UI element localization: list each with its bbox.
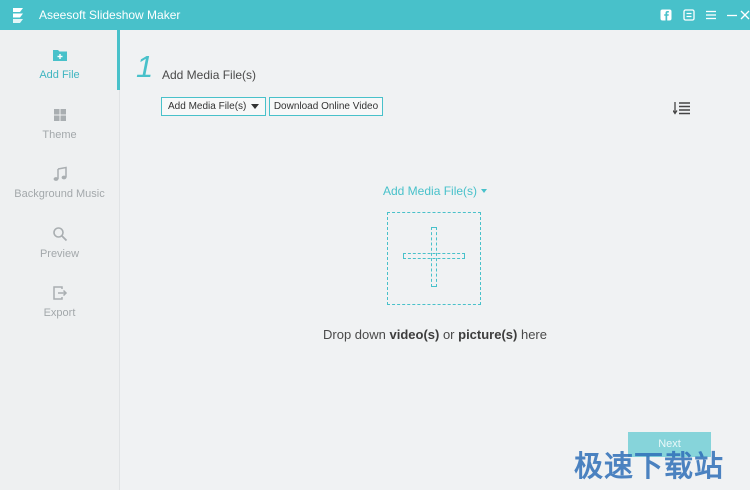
add-folder-icon xyxy=(53,50,67,61)
sidebar-item-background-music[interactable]: Background Music xyxy=(0,165,119,223)
sidebar-item-label: Background Music xyxy=(14,188,105,200)
step-title: Add Media File(s) xyxy=(162,68,257,82)
add-media-button-label: Add Media File(s) xyxy=(168,101,247,112)
download-online-video-button[interactable]: Download Online Video xyxy=(269,97,383,116)
drop-hint-or: or xyxy=(439,327,459,342)
sidebar-item-label: Preview xyxy=(39,248,80,260)
sidebar-item-label: Theme xyxy=(42,129,77,141)
step-number: 1 xyxy=(136,49,154,84)
music-note-icon xyxy=(53,166,67,181)
export-icon xyxy=(53,286,68,300)
caret-down-icon xyxy=(481,189,488,193)
title-bar: Aseesoft Slideshow Maker xyxy=(0,0,750,30)
magnifier-icon xyxy=(53,227,68,242)
theme-grid-icon xyxy=(54,109,66,121)
sidebar-item-add-file[interactable]: Add File xyxy=(0,46,119,104)
plus-icon-bar xyxy=(403,253,465,259)
sidebar-item-preview[interactable]: Preview xyxy=(0,225,119,283)
add-media-link[interactable]: Add Media File(s) xyxy=(383,184,488,198)
add-media-link-label: Add Media File(s) xyxy=(383,184,478,198)
add-media-dropdown-button[interactable]: Add Media File(s) xyxy=(161,97,266,116)
watermark-logo: 极速下载站 xyxy=(574,449,725,483)
caret-down-icon xyxy=(251,104,259,109)
facebook-icon[interactable] xyxy=(659,8,673,22)
minimize-icon[interactable] xyxy=(725,8,739,22)
app-title: Aseesoft Slideshow Maker xyxy=(39,8,181,22)
drop-hint-picture: picture(s) xyxy=(458,327,518,342)
sidebar: Add File Theme Background Music Preview xyxy=(0,30,120,490)
drop-hint-prefix: Drop down xyxy=(323,327,390,342)
feedback-icon[interactable] xyxy=(682,8,696,22)
drop-hint-video: video(s) xyxy=(389,327,440,342)
close-icon[interactable] xyxy=(740,8,750,22)
sidebar-item-label: Export xyxy=(43,307,76,319)
sidebar-item-export[interactable]: Export xyxy=(0,284,119,342)
menu-icon[interactable] xyxy=(704,8,718,22)
sidebar-item-label: Add File xyxy=(39,69,80,81)
sidebar-item-theme[interactable]: Theme xyxy=(0,106,119,164)
sort-list-icon[interactable] xyxy=(673,101,691,115)
app-logo-icon xyxy=(13,8,23,23)
drop-hint-suffix: here xyxy=(517,327,547,342)
drop-hint: Drop down video(s) or picture(s) here xyxy=(310,327,560,342)
